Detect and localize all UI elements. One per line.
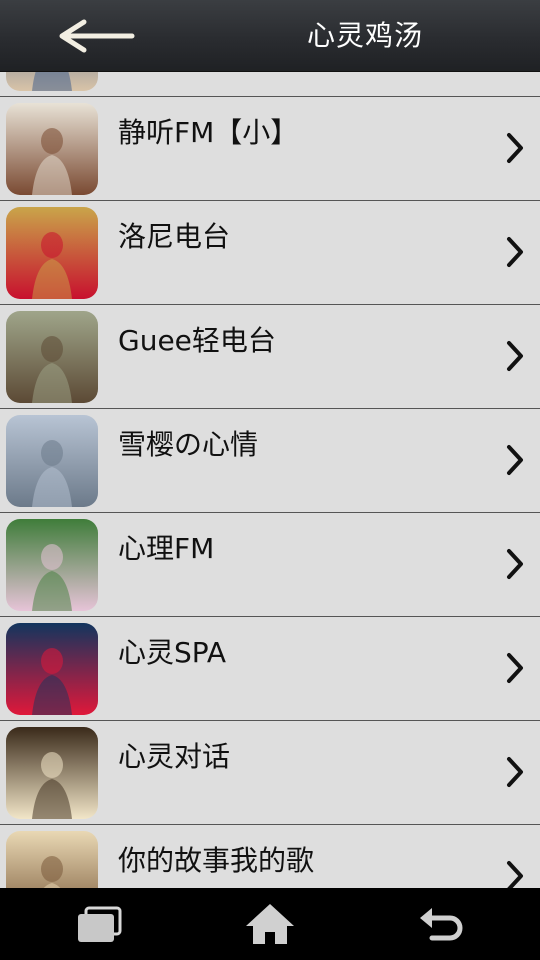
chevron-right-icon [504, 443, 526, 477]
chevron-right-icon [504, 339, 526, 373]
list-item-title: 心理FM [118, 532, 215, 565]
home-icon [246, 904, 294, 944]
list-item-title: 洛尼电台 [118, 220, 231, 253]
list-item-title: 静听FM【小】 [118, 116, 299, 149]
list-item-title: Guee轻电台 [118, 324, 276, 357]
back-button[interactable] [50, 14, 140, 58]
list-item[interactable]: 心灵SPA [0, 617, 540, 721]
list-item-title: 雪樱の心情 [118, 428, 259, 461]
thumb-seaside-girl-photo [6, 415, 98, 507]
list-item[interactable]: 你的故事我的歌 [0, 825, 540, 888]
list-item-title: 心灵对话 [118, 740, 231, 773]
chevron-right-icon [504, 859, 526, 888]
list-item[interactable]: 静听FM【小】 [0, 97, 540, 201]
app-header: 心灵鸡汤 [0, 0, 540, 72]
thumb-train-window-photo [6, 311, 98, 403]
recent-apps-button[interactable] [72, 900, 132, 948]
station-list[interactable]: 静听FM【小】 洛尼电台 Guee轻电台 雪樱の心情心理FM 心灵SPA 心灵对话你的故事… [0, 72, 540, 888]
thumb-flower-field-photo [6, 519, 98, 611]
system-back-button[interactable] [410, 900, 470, 948]
list-item-title: 你的故事我的歌 [118, 844, 315, 877]
list-item[interactable]: Guee轻电台 [0, 305, 540, 409]
back-icon [420, 908, 463, 941]
system-navigation-bar [0, 888, 540, 960]
home-button[interactable] [240, 900, 300, 948]
list-item[interactable]: 心灵对话 [0, 721, 540, 825]
chevron-right-icon [504, 547, 526, 581]
list-item[interactable]: 洛尼电台 [0, 201, 540, 305]
list-item[interactable]: 雪樱の心情 [0, 409, 540, 513]
arrow-left-icon [59, 19, 135, 53]
recent-apps-icon [78, 906, 122, 942]
chevron-right-icon [504, 235, 526, 269]
thumb-girl-sitting-photo [6, 103, 98, 195]
chevron-right-icon [504, 131, 526, 165]
thumb-red-dress-photo [6, 207, 98, 299]
list-item[interactable]: 心理FM [0, 513, 540, 617]
chevron-right-icon [504, 755, 526, 789]
list-item[interactable] [0, 72, 540, 97]
list-item-title: 心灵SPA [118, 636, 227, 669]
thumb-bride-window-photo [6, 727, 98, 819]
thumb-partial-photo [6, 72, 98, 91]
thumb-heart-water-photo [6, 623, 98, 715]
thumb-girl-light-photo [6, 831, 98, 888]
chevron-right-icon [504, 651, 526, 685]
station-list-inner: 静听FM【小】 洛尼电台 Guee轻电台 雪樱の心情心理FM 心灵SPA 心灵对话你的故事… [0, 72, 540, 888]
page-title: 心灵鸡汤 [306, 19, 423, 52]
